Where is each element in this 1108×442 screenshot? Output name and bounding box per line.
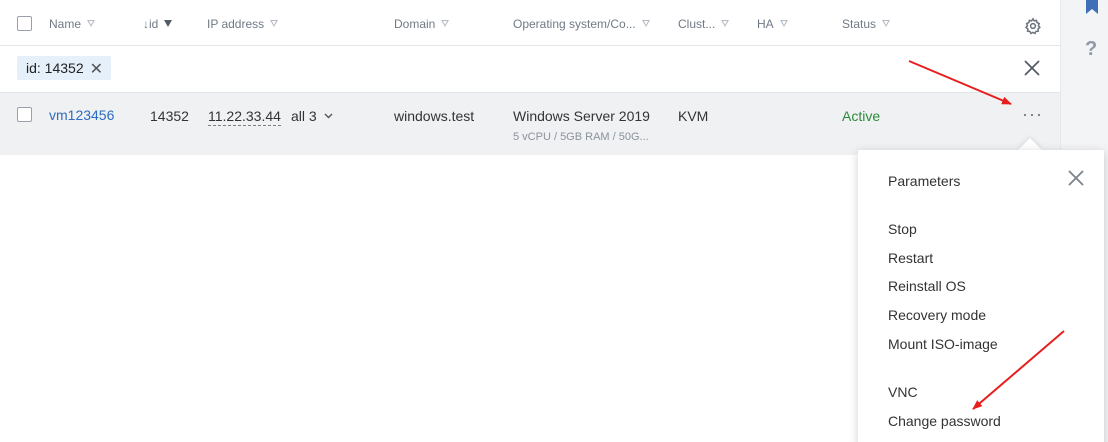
filter-funnel-icon[interactable] — [270, 20, 279, 27]
filter-funnel-icon[interactable] — [87, 20, 96, 27]
filter-chip[interactable]: id: 14352 ✕ — [17, 56, 112, 82]
ip-address[interactable]: 11.22.33.44 — [208, 108, 281, 126]
column-header-domain[interactable]: Domain — [394, 17, 450, 31]
active-filters-row: id: 14352 ✕ — [0, 46, 1060, 93]
vm-os: Windows Server 2019 — [513, 108, 650, 124]
filter-funnel-icon[interactable] — [164, 20, 173, 27]
column-header-status[interactable]: Status — [842, 17, 891, 31]
filter-funnel-icon[interactable] — [721, 20, 730, 27]
menu-item-change-password[interactable]: Change password — [888, 413, 1001, 429]
ip-all-dropdown[interactable]: all 3 — [291, 108, 333, 124]
select-all-checkbox[interactable] — [17, 16, 32, 31]
column-header-ha[interactable]: HA — [757, 17, 788, 31]
filter-funnel-icon[interactable] — [441, 20, 450, 27]
table-row[interactable]: vm123456 14352 11.22.33.44 all 3 windows… — [0, 93, 1060, 155]
row-checkbox[interactable] — [17, 107, 32, 122]
column-header-os[interactable]: Operating system/Co... — [513, 17, 650, 31]
menu-item-parameters[interactable]: Parameters — [888, 173, 960, 189]
table-header: Name ↓id IP address Domain Operating sys… — [0, 0, 1060, 46]
menu-item-restart[interactable]: Restart — [888, 250, 933, 266]
menu-item-recovery-mode[interactable]: Recovery mode — [888, 307, 986, 323]
chevron-down-icon — [324, 113, 333, 119]
more-dots-icon[interactable]: ··· — [1022, 104, 1043, 125]
menu-item-stop[interactable]: Stop — [888, 221, 917, 237]
column-header-name[interactable]: Name — [49, 17, 96, 31]
column-header-ip[interactable]: IP address — [207, 17, 279, 31]
filter-funnel-icon[interactable] — [779, 20, 788, 27]
filter-funnel-icon[interactable] — [882, 20, 891, 27]
vm-cluster: KVM — [678, 108, 709, 124]
gear-icon[interactable] — [1024, 17, 1042, 35]
status-badge: Active — [842, 108, 881, 124]
vm-domain: windows.test — [394, 108, 475, 124]
menu-item-vnc[interactable]: VNC — [888, 384, 918, 400]
close-icon[interactable]: ✕ — [90, 58, 103, 82]
ip-cell: 11.22.33.44 — [208, 108, 281, 126]
close-icon[interactable] — [1022, 58, 1042, 78]
vm-resources: 5 vCPU / 5GB RAM / 50G... — [513, 131, 649, 143]
close-icon[interactable] — [1066, 168, 1086, 188]
column-header-id[interactable]: ↓id — [143, 17, 173, 31]
column-header-cluster[interactable]: Clust... — [678, 17, 730, 31]
menu-item-mount-iso[interactable]: Mount ISO-image — [888, 336, 998, 352]
vm-id: 14352 — [150, 108, 189, 124]
filter-funnel-icon[interactable] — [641, 20, 650, 27]
help-icon[interactable]: ? — [1085, 38, 1097, 61]
vm-name-link[interactable]: vm123456 — [49, 107, 114, 123]
row-actions-menu: Parameters Stop Restart Reinstall OS Rec… — [858, 150, 1104, 442]
menu-item-reinstall-os[interactable]: Reinstall OS — [888, 278, 966, 294]
bookmark-icon[interactable] — [1086, 0, 1098, 14]
